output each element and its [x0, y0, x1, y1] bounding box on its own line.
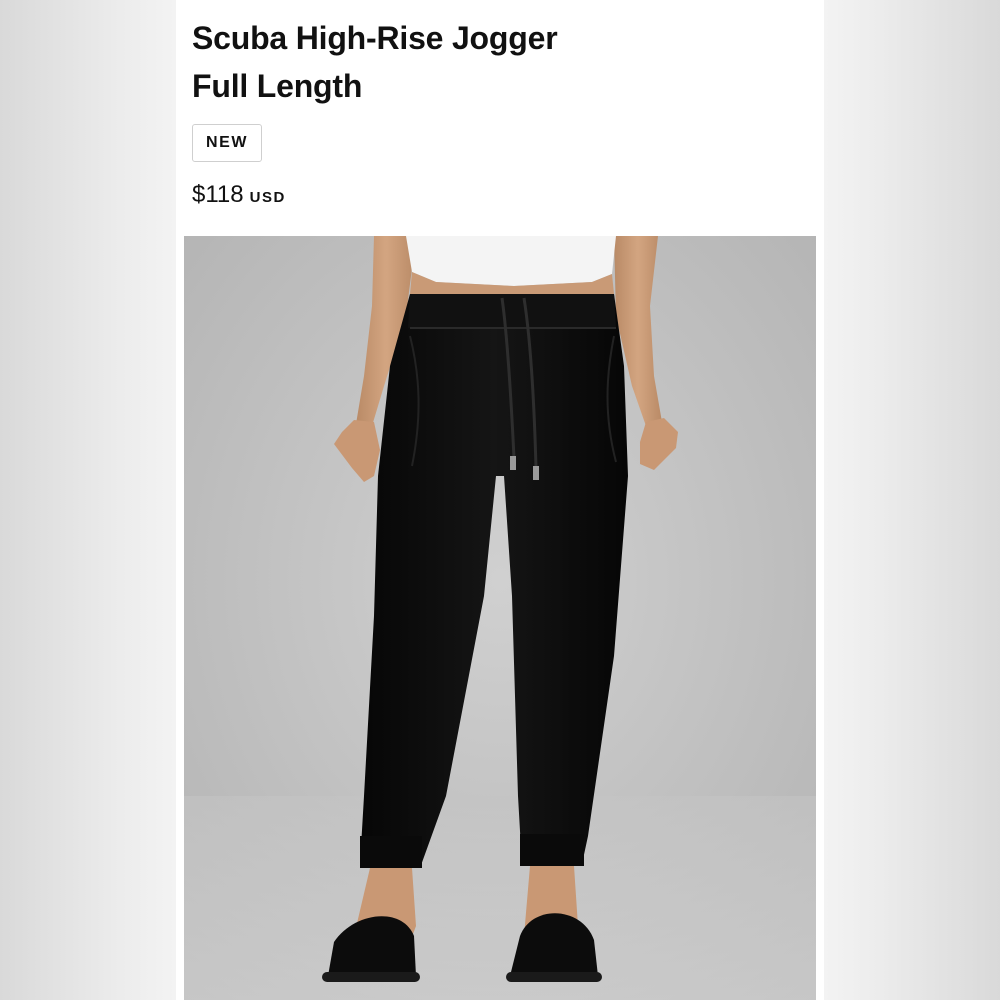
product-image[interactable]: [184, 236, 816, 1000]
price-currency: USD: [249, 189, 286, 206]
product-card: Scuba High-Rise Jogger Full Length NEW $…: [176, 0, 824, 1000]
product-title-line1: Scuba High-Rise Jogger: [192, 20, 558, 56]
product-price: $118 USD: [192, 180, 286, 213]
price-amount: $118: [192, 181, 244, 208]
product-title[interactable]: Scuba High-Rise Jogger Full Length: [192, 14, 792, 110]
product-title-line2: Full Length: [192, 68, 363, 104]
product-photo-illustration: [184, 236, 816, 1000]
new-badge: NEW: [192, 124, 263, 162]
